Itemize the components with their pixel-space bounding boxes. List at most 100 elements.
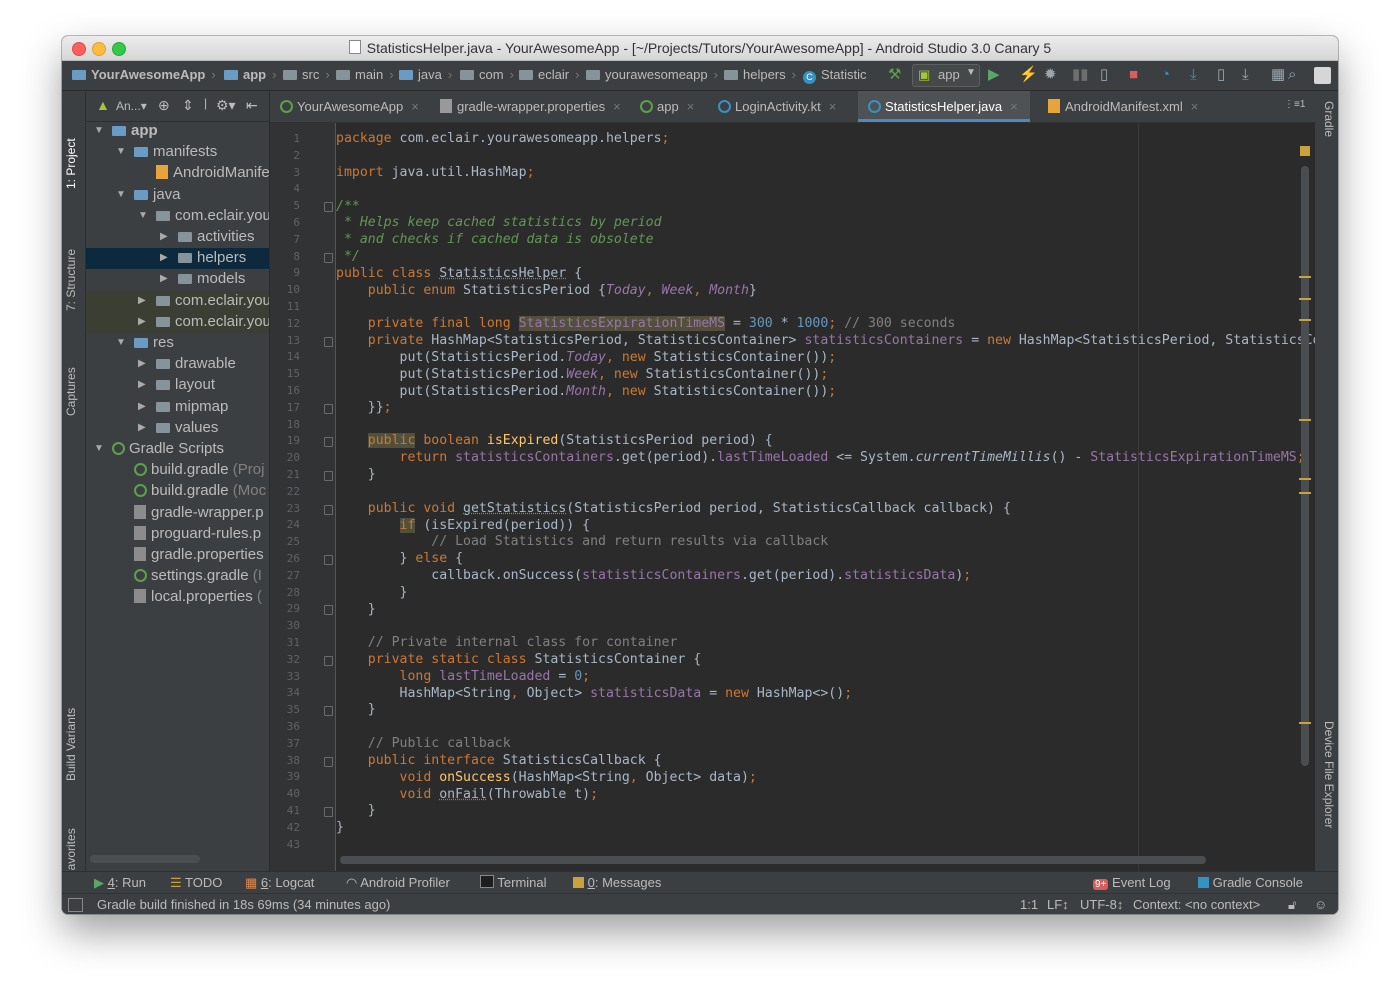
line-number[interactable]: 37 — [270, 737, 300, 750]
chevron-down-icon[interactable]: ▼ — [94, 443, 104, 454]
tree-item-androidmanife[interactable]: AndroidManife — [86, 163, 269, 184]
line-number[interactable]: 12 — [270, 317, 300, 330]
tab-project[interactable]: 1: Project — [64, 99, 83, 189]
line-number[interactable]: 26 — [270, 552, 300, 565]
tree-item-java[interactable]: ▼ java — [86, 185, 269, 206]
chevron-right-icon[interactable]: ▶ — [160, 252, 168, 263]
line-number[interactable]: 18 — [270, 418, 300, 431]
chevron-right-icon[interactable]: ▶ — [138, 379, 146, 390]
avd-manager-icon[interactable]: ▯ — [1217, 66, 1225, 84]
fold-marker-icon[interactable] — [324, 555, 333, 565]
tree-item-com-eclair-you[interactable]: ▶ com.eclair.you — [86, 311, 269, 333]
warning-marker[interactable] — [1299, 319, 1311, 321]
tree-item-app[interactable]: ▼ app — [86, 121, 269, 142]
user-avatar-icon[interactable] — [1314, 67, 1331, 84]
fold-marker-icon[interactable] — [324, 504, 333, 515]
chevron-down-icon[interactable]: ▼ — [116, 146, 126, 157]
hector-inspector-icon[interactable]: ☺︎ — [1314, 897, 1327, 912]
run-tool-button[interactable]: ▶ 4: Run — [94, 875, 146, 891]
tree-item-activities[interactable]: ▶ activities — [86, 227, 269, 248]
warning-marker[interactable] — [1299, 722, 1311, 724]
tree-item-local-properties[interactable]: local.properties ( — [86, 587, 269, 608]
line-number[interactable]: 40 — [270, 787, 300, 800]
line-number[interactable]: 35 — [270, 703, 300, 716]
tree-item-build-gradle[interactable]: build.gradle (Moc — [86, 481, 269, 502]
line-number[interactable]: 9 — [270, 266, 300, 279]
attach-debugger-icon[interactable]: ▮▮ — [1072, 66, 1089, 84]
warning-marker[interactable] — [1299, 419, 1311, 421]
line-number[interactable]: 34 — [270, 686, 300, 699]
line-number[interactable]: 4 — [270, 182, 300, 195]
view-mode-select[interactable]: An...▾ — [116, 99, 147, 113]
fold-marker-icon[interactable] — [324, 403, 333, 414]
lock-icon[interactable]: 🔓︎ — [1288, 897, 1296, 913]
tree-item-drawable[interactable]: ▶ drawable — [86, 354, 269, 375]
event-log-tool-button[interactable]: 9+ Event Log — [1093, 875, 1171, 890]
line-number[interactable]: 17 — [270, 401, 300, 414]
line-number[interactable]: 28 — [270, 586, 300, 599]
close-icon[interactable]: × — [829, 99, 837, 114]
scroll-from-source-icon[interactable]: ⊕ — [158, 97, 170, 114]
breadcrumb-app[interactable]: app › — [224, 67, 276, 82]
debug-icon[interactable]: ✹ — [1044, 66, 1057, 84]
code-editor[interactable]: package com.eclair.yourawesomeapp.helper… — [336, 123, 1315, 871]
gradle-console-tool-button[interactable]: Gradle Console — [1198, 875, 1303, 890]
tab-structure[interactable]: 7: Structure — [64, 221, 83, 311]
chevron-right-icon[interactable]: ▶ — [138, 358, 146, 369]
breadcrumb-java[interactable]: java › — [399, 67, 452, 82]
tab-build-variants[interactable]: Build Variants — [64, 671, 83, 781]
line-number[interactable]: 13 — [270, 334, 300, 347]
line-number[interactable]: 6 — [270, 216, 300, 229]
logcat-tool-button[interactable]: ▦ 6: Logcat — [245, 875, 314, 891]
close-icon[interactable]: × — [1191, 99, 1199, 114]
chevron-down-icon[interactable]: ▼ — [116, 337, 126, 348]
editor-scrollbar-vertical[interactable] — [1301, 166, 1309, 766]
close-icon[interactable]: × — [1010, 99, 1018, 114]
tree-item-res[interactable]: ▼ res — [86, 333, 269, 354]
line-number[interactable]: 11 — [270, 300, 300, 313]
tree-item-layout[interactable]: ▶ layout — [86, 375, 269, 396]
fold-marker-icon[interactable] — [324, 471, 333, 481]
chevron-down-icon[interactable]: ▼ — [116, 189, 126, 200]
tree-item-values[interactable]: ▶ values — [86, 418, 269, 439]
line-number[interactable]: 30 — [270, 619, 300, 632]
stop-icon[interactable]: ■ — [1129, 66, 1138, 84]
tab-statisticshelper[interactable]: StatisticsHelper.java × — [858, 91, 1030, 122]
line-number[interactable]: 25 — [270, 535, 300, 548]
make-project-hammer-icon[interactable]: ⚒ — [888, 66, 901, 84]
tree-item-helpers[interactable]: ▶ helpers — [86, 248, 269, 270]
line-separator-select[interactable]: LF↕ — [1047, 897, 1069, 912]
todo-tool-button[interactable]: ☰ TODO — [170, 875, 222, 891]
breadcrumb-project[interactable]: YourAwesomeApp › — [72, 67, 216, 82]
fold-marker-icon[interactable] — [324, 336, 333, 347]
warning-marker[interactable] — [1299, 492, 1311, 494]
profiler-tool-button[interactable]: ◠ Android Profiler — [346, 875, 450, 891]
fold-marker-icon[interactable] — [324, 756, 333, 767]
tab-list-button[interactable]: ⋮≡1 — [1280, 91, 1310, 122]
chevron-right-icon[interactable]: ▶ — [138, 422, 146, 433]
chevron-right-icon[interactable]: ▶ — [160, 273, 168, 284]
chevron-right-icon[interactable]: ▶ — [160, 231, 168, 242]
line-number[interactable]: 24 — [270, 518, 300, 531]
line-number[interactable]: 19 — [270, 434, 300, 447]
tab-gradle-wrapper[interactable]: gradle-wrapper.properties × — [430, 91, 630, 122]
tab-app[interactable]: app × — [630, 91, 708, 122]
sdk-manager-icon[interactable]: ⤓ — [1242, 66, 1249, 84]
terminal-tool-button[interactable]: Terminal — [480, 875, 547, 890]
tab-captures[interactable]: Captures — [64, 336, 83, 416]
breadcrumb-main[interactable]: main › — [336, 67, 394, 82]
close-icon[interactable]: × — [613, 99, 621, 114]
warning-marker[interactable] — [1299, 298, 1311, 300]
fold-marker-icon[interactable] — [324, 706, 333, 717]
line-number[interactable]: 29 — [270, 602, 300, 615]
chevron-down-icon[interactable]: ▼ — [94, 125, 104, 136]
line-number[interactable]: 20 — [270, 451, 300, 464]
sync-gradle-icon[interactable]: ⤓ — [1190, 66, 1197, 84]
project-scrollbar[interactable] — [90, 855, 200, 863]
line-number[interactable]: 15 — [270, 367, 300, 380]
warning-marker[interactable] — [1299, 478, 1311, 480]
line-number[interactable]: 7 — [270, 233, 300, 246]
warning-marker[interactable] — [1299, 276, 1311, 278]
line-number[interactable]: 36 — [270, 720, 300, 733]
run-config-select[interactable]: ▣ app ▼ — [912, 64, 980, 87]
